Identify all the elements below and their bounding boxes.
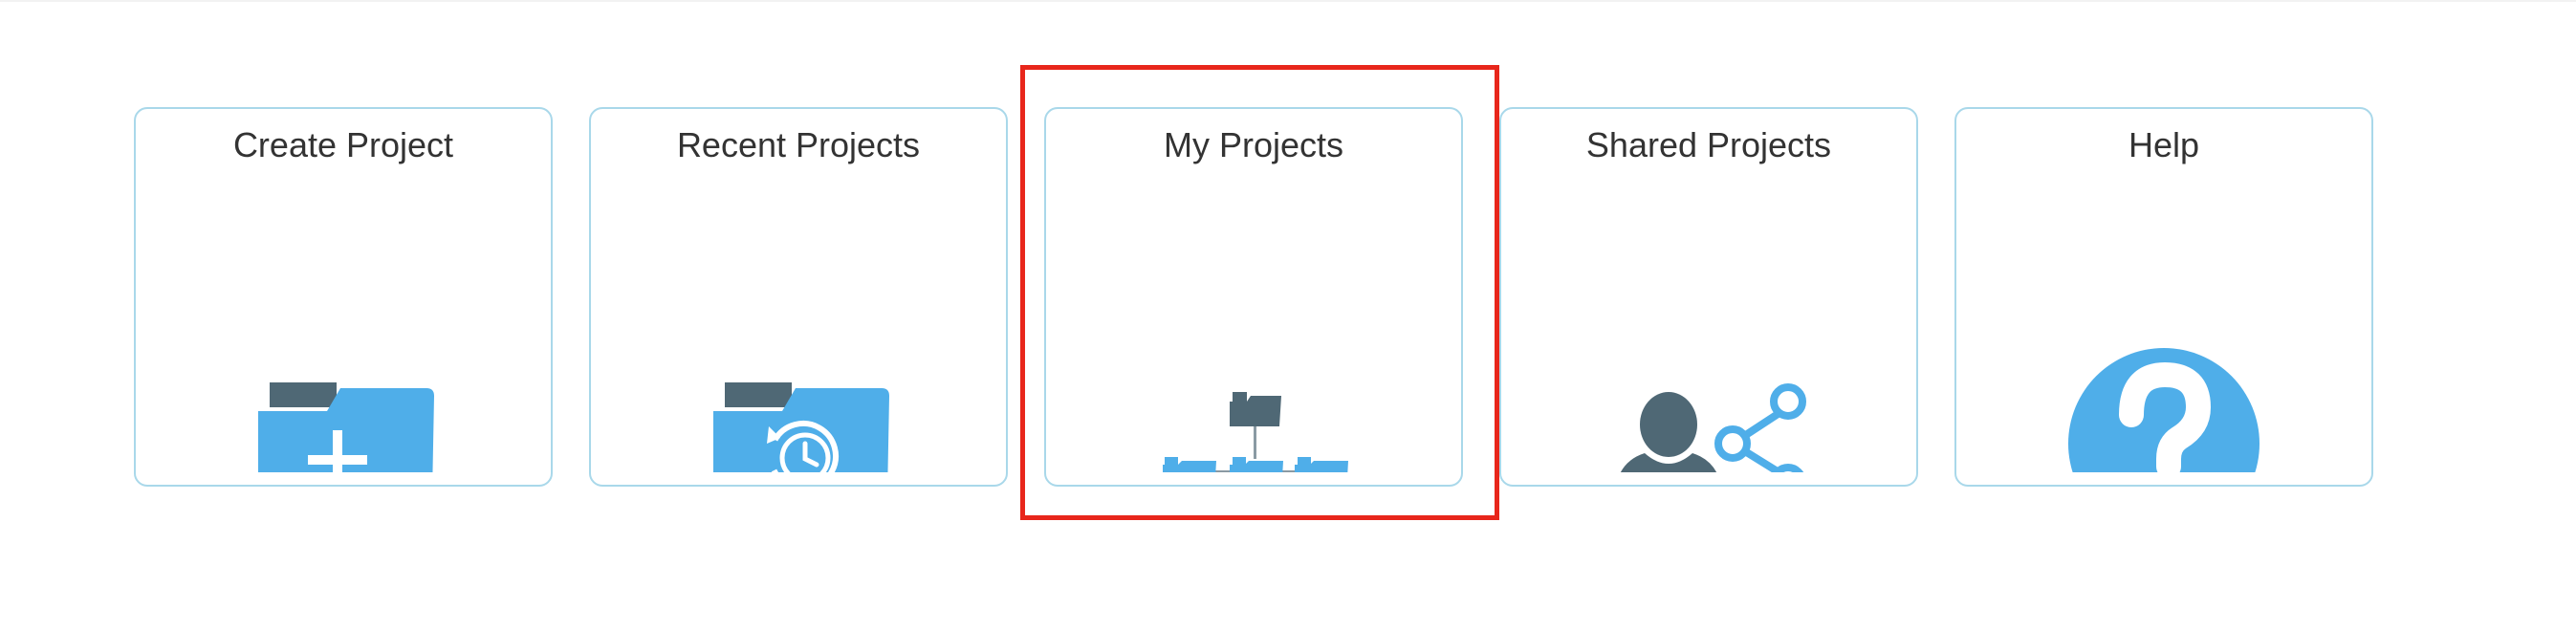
folder-history-icon: [591, 262, 1006, 472]
top-divider: [0, 0, 2576, 2]
help-label: Help: [2128, 125, 2200, 164]
shared-projects-label: Shared Projects: [1585, 125, 1832, 164]
create-project-label: Create Project: [232, 125, 454, 164]
recent-projects-label: Recent Projects: [676, 125, 921, 164]
user-share-icon: [1501, 262, 1916, 472]
help-card[interactable]: Help: [1954, 107, 2373, 487]
my-projects-label: My Projects: [1163, 125, 1344, 164]
shared-projects-card[interactable]: Shared Projects: [1499, 107, 1918, 487]
project-dashboard: Create Project Recent Projects My Projec…: [0, 0, 2576, 631]
folder-tree-icon: [1046, 262, 1461, 472]
folder-plus-icon: [136, 262, 551, 472]
recent-projects-card[interactable]: Recent Projects: [589, 107, 1008, 487]
my-projects-card[interactable]: My Projects: [1044, 107, 1463, 487]
help-icon: [1956, 262, 2371, 472]
create-project-card[interactable]: Create Project: [134, 107, 553, 487]
